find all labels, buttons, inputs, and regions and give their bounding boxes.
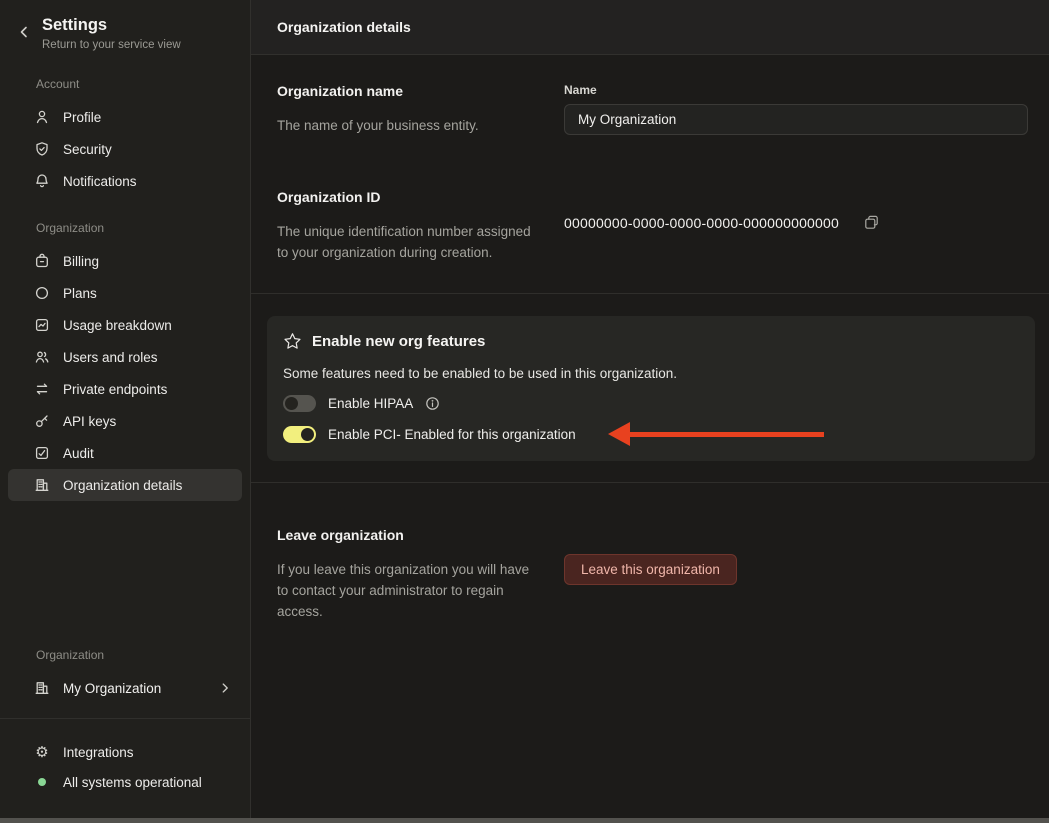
main-content: Organization details Organization name T… xyxy=(251,0,1049,823)
back-chevron-icon[interactable] xyxy=(16,24,34,42)
window-bottom-edge xyxy=(0,818,1049,823)
enable-features-card: Enable new org features Some features ne… xyxy=(267,316,1035,461)
sidebar-item-security[interactable]: Security xyxy=(8,133,242,165)
sidebar-item-label: API keys xyxy=(63,413,117,429)
leave-organization-button[interactable]: Leave this organization xyxy=(564,554,737,585)
wallet-icon xyxy=(34,253,50,269)
hipaa-toggle[interactable] xyxy=(283,394,316,412)
sidebar-item-label: Audit xyxy=(63,445,94,461)
section-label-account: Account xyxy=(36,77,80,91)
users-icon xyxy=(34,349,50,365)
org-id-description: The unique identification number assigne… xyxy=(277,224,531,260)
sidebar-title: Settings xyxy=(42,16,108,34)
system-status-link[interactable]: All systems operational xyxy=(0,767,250,797)
shield-check-icon xyxy=(34,141,50,157)
pci-toggle[interactable] xyxy=(283,425,316,443)
sidebar-item-notifications[interactable]: Notifications xyxy=(8,165,242,197)
sidebar-header: Settings Return to your service view xyxy=(0,0,250,51)
sidebar-item-organization-details[interactable]: Organization details xyxy=(8,469,242,501)
sidebar-item-label: Profile xyxy=(63,109,102,125)
sidebar-item-billing[interactable]: Billing xyxy=(8,245,242,277)
settings-sidebar: Settings Return to your service view Acc… xyxy=(0,0,251,823)
org-id-value: 00000000-0000-0000-0000-000000000000 xyxy=(564,214,840,231)
key-icon xyxy=(34,413,50,429)
name-field-label: Name xyxy=(564,83,597,97)
person-icon xyxy=(34,109,50,125)
red-arrow-annotation xyxy=(608,422,824,446)
org-switcher[interactable]: My Organization xyxy=(8,672,242,704)
hipaa-toggle-row: Enable HIPAA xyxy=(283,394,1017,412)
section-divider xyxy=(251,293,1049,294)
org-name-title: Organization name xyxy=(277,83,404,99)
sidebar-item-label: Organization details xyxy=(63,477,183,493)
integrations-label: Integrations xyxy=(63,744,134,760)
circle-icon xyxy=(34,285,50,301)
sidebar-item-profile[interactable]: Profile xyxy=(8,101,242,133)
org-id-title: Organization ID xyxy=(277,189,381,205)
star-icon xyxy=(283,332,302,351)
building-icon xyxy=(34,477,50,493)
org-name-description: The name of your business entity. xyxy=(277,118,479,133)
sidebar-item-label: Notifications xyxy=(63,173,137,189)
section-label-organization: Organization xyxy=(36,221,105,235)
gear-icon: ⚙ xyxy=(35,744,49,761)
building-icon xyxy=(34,680,50,696)
sidebar-item-api-keys[interactable]: API keys xyxy=(8,405,242,437)
status-dot-icon xyxy=(38,778,46,786)
pci-toggle-label: Enable PCI- Enabled for this organizatio… xyxy=(328,426,576,442)
pci-toggle-row: Enable PCI- Enabled for this organizatio… xyxy=(283,422,1017,446)
sidebar-item-private-endpoints[interactable]: Private endpoints xyxy=(8,373,242,405)
org-switcher-name: My Organization xyxy=(63,680,162,696)
sidebar-item-plans[interactable]: Plans xyxy=(8,277,242,309)
swap-arrows-icon xyxy=(34,381,50,397)
sidebar-item-label: Private endpoints xyxy=(63,381,168,397)
sidebar-item-usage-breakdown[interactable]: Usage breakdown xyxy=(8,309,242,341)
sidebar-item-label: Billing xyxy=(63,253,100,269)
sidebar-item-label: Security xyxy=(63,141,112,157)
status-text: All systems operational xyxy=(63,774,202,790)
sidebar-subtitle[interactable]: Return to your service view xyxy=(42,39,181,51)
page-title: Organization details xyxy=(251,0,1049,55)
chart-icon xyxy=(34,317,50,333)
sidebar-item-label: Users and roles xyxy=(63,349,158,365)
sidebar-item-label: Plans xyxy=(63,285,97,301)
bell-icon xyxy=(34,173,50,189)
features-card-description: Some features need to be enabled to be u… xyxy=(283,366,678,381)
integrations-link[interactable]: ⚙ Integrations xyxy=(0,737,250,767)
sidebar-item-users-and-roles[interactable]: Users and roles xyxy=(8,341,242,373)
leave-org-title: Leave organization xyxy=(277,527,404,543)
org-switcher-label: Organization xyxy=(36,648,105,662)
chevron-right-icon xyxy=(218,681,232,695)
organization-name-input[interactable] xyxy=(564,104,1028,135)
audit-icon xyxy=(34,445,50,461)
hipaa-toggle-label: Enable HIPAA xyxy=(328,395,414,411)
copy-icon[interactable] xyxy=(863,214,880,231)
leave-org-description: If you leave this organization you will … xyxy=(277,562,530,619)
sidebar-item-label: Usage breakdown xyxy=(63,317,172,333)
info-icon[interactable] xyxy=(425,396,440,411)
features-card-title: Enable new org features xyxy=(312,333,486,350)
sidebar-item-audit[interactable]: Audit xyxy=(8,437,242,469)
